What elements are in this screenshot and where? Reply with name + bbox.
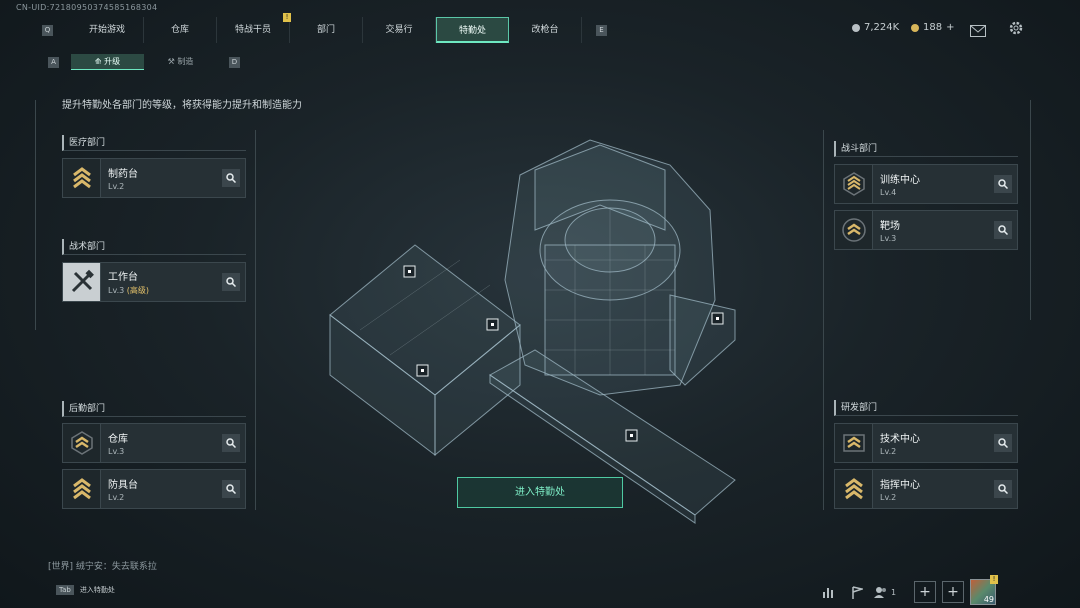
search-icon[interactable] [994, 175, 1012, 193]
frame-line [823, 130, 824, 510]
plus-icon: + [919, 584, 931, 600]
coin-icon [852, 23, 860, 32]
search-icon[interactable] [222, 169, 240, 187]
dept-card-pharmacy[interactable]: 制药台 Lv.2 [62, 158, 246, 198]
search-icon[interactable] [994, 480, 1012, 498]
tab-department[interactable]: 部门 [290, 17, 363, 43]
nav-right-key[interactable]: E [596, 24, 607, 36]
enter-special-ops-button[interactable]: 进入特勤处 [457, 477, 623, 508]
coin-balance[interactable]: 7,224K [852, 22, 899, 33]
upgrade-icon: ⟰ [94, 57, 105, 66]
friends-button[interactable]: 1 [874, 581, 908, 603]
user-id: CN-UID:72180950374585168304 [16, 3, 158, 12]
rank-chevron-icon [835, 165, 873, 203]
rank-chevron-icon [835, 470, 873, 508]
friends-icon [874, 587, 886, 598]
search-icon[interactable] [222, 480, 240, 498]
bond-icon [911, 23, 919, 32]
rank-chevron-icon [63, 470, 101, 508]
dept-card-training-center[interactable]: 训练中心 Lv.4 [834, 164, 1018, 204]
chat-message[interactable]: [世界] 绒宁安：失去联系拉 [48, 559, 157, 572]
section-combat-title: 战斗部门 [834, 141, 1018, 157]
stats-chart-icon[interactable] [818, 581, 840, 603]
settings-gear-icon[interactable] [1008, 20, 1024, 40]
dept-card-workbench[interactable]: 工作台 Lv.3 (高级) [62, 262, 246, 302]
section-medical-title: 医疗部门 [62, 135, 246, 151]
tab-start-game[interactable]: 开始游戏 [71, 17, 144, 43]
add-slot-button[interactable]: + [942, 581, 964, 603]
section-logistics-title: 后勤部门 [62, 401, 246, 417]
sub-nav: A ⟰ 升级 ⚒ 制造 D [48, 54, 240, 70]
dept-card-tech-center[interactable]: 技术中心 Lv.2 [834, 423, 1018, 463]
subnav-left-key[interactable]: A [48, 56, 59, 68]
tab-warehouse[interactable]: 仓库 [144, 17, 217, 43]
rank-chevron-icon [63, 159, 101, 197]
facility-wireframe [329, 139, 736, 524]
notification-badge: ! [990, 575, 998, 584]
tab-trade[interactable]: 交易行 [363, 17, 436, 43]
add-slot-button[interactable]: + [914, 581, 936, 603]
search-icon[interactable] [994, 221, 1012, 239]
search-icon[interactable] [222, 434, 240, 452]
tab-gunsmith[interactable]: 改枪台 [509, 17, 582, 43]
subnav-right-key[interactable]: D [229, 56, 240, 68]
rank-chevron-icon [835, 424, 873, 462]
section-research-title: 研发部门 [834, 400, 1018, 416]
search-icon[interactable] [222, 273, 240, 291]
tab-upgrade[interactable]: ⟰ 升级 [71, 54, 144, 70]
plus-icon: + [947, 584, 959, 600]
frame-line [255, 130, 256, 510]
frame-line [35, 100, 36, 330]
mail-icon[interactable] [970, 22, 986, 41]
section-tactical-title: 战术部门 [62, 239, 246, 255]
wrench-hammer-icon [63, 263, 101, 301]
main-nav: Q 开始游戏 仓库 特战干员! 部门 交易行 特勤处 改枪台 E [42, 13, 607, 43]
dept-card-shooting-range[interactable]: 靶场 Lv.3 [834, 210, 1018, 250]
frame-line [1030, 100, 1031, 320]
dept-card-warehouse[interactable]: 仓库 Lv.3 [62, 423, 246, 463]
tab-craft[interactable]: ⚒ 制造 [144, 54, 217, 70]
search-icon[interactable] [994, 434, 1012, 452]
nav-left-key[interactable]: Q [42, 24, 53, 36]
item-slot[interactable]: 49 ! [970, 575, 998, 605]
rank-emblem-icon [835, 211, 873, 249]
page-description: 提升特勤处各部门的等级，将获得能力提升和制造能力 [62, 100, 302, 111]
craft-icon: ⚒ [167, 57, 178, 66]
bottom-toolbar: 1 + + 49 ! [818, 575, 998, 606]
tab-special-ops[interactable]: 特勤处 [436, 17, 509, 43]
tab-shortcut-hint[interactable]: Tab 进入特勤处 [56, 585, 115, 595]
dept-card-command-center[interactable]: 指挥中心 Lv.2 [834, 469, 1018, 509]
dept-card-armor-bench[interactable]: 防具台 Lv.2 [62, 469, 246, 509]
tab-operators[interactable]: 特战干员! [217, 13, 291, 43]
flag-icon[interactable] [846, 581, 868, 603]
bond-balance[interactable]: 188 + [911, 22, 954, 33]
rank-chevron-icon [63, 424, 101, 462]
